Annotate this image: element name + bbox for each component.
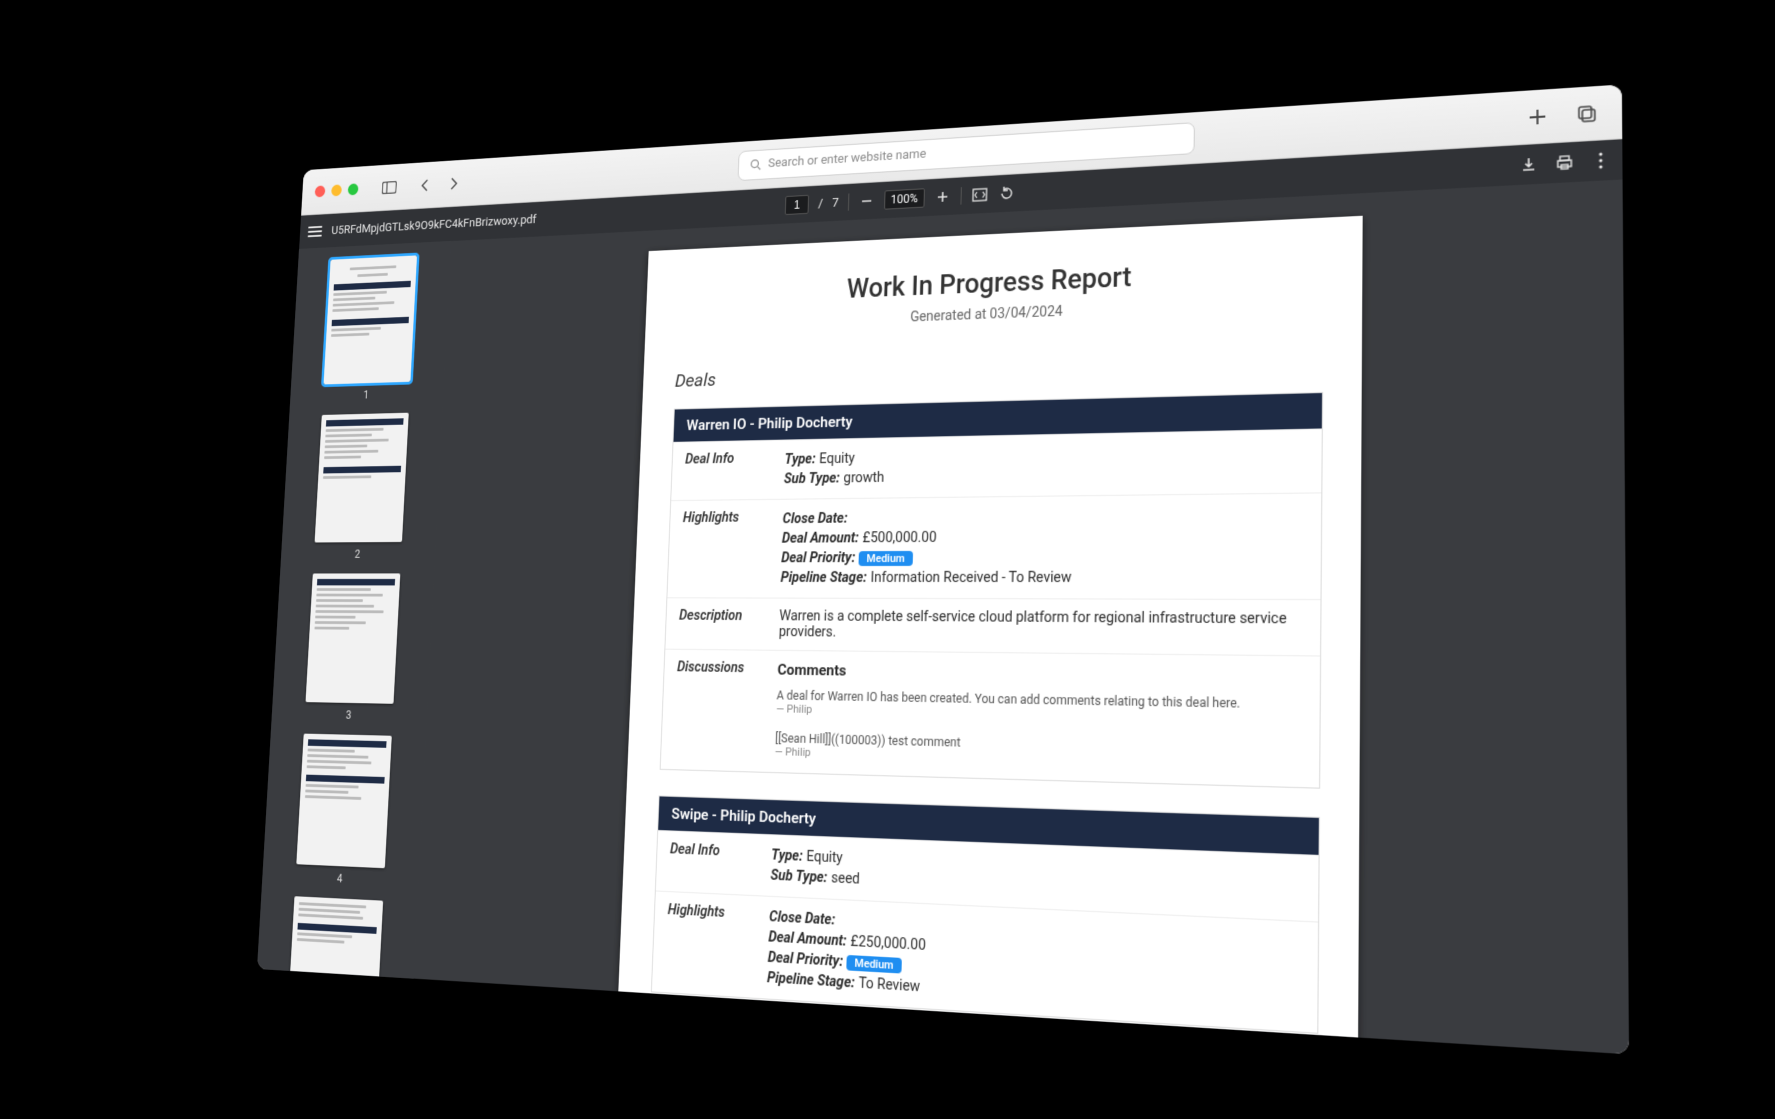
pdf-zoom-level[interactable]: 100%	[883, 188, 924, 209]
comments-heading: Comments	[777, 660, 1305, 686]
close-window-button[interactable]	[314, 185, 325, 197]
row-label: Deal Info	[668, 841, 771, 885]
field-label: Type:	[784, 451, 815, 467]
field-value: £250,000.00	[850, 933, 926, 954]
field-label: Close Date:	[768, 908, 835, 928]
field-value: Equity	[819, 450, 855, 466]
window-controls	[314, 183, 358, 197]
sidebar-toggle-button[interactable]	[376, 173, 401, 201]
thumbnail-number: 1	[362, 388, 368, 401]
search-icon	[749, 158, 761, 171]
field-value: To Review	[858, 975, 920, 995]
fit-page-button[interactable]	[970, 185, 988, 203]
maximize-window-button[interactable]	[347, 183, 358, 195]
field-label: Pipeline Stage:	[766, 969, 854, 991]
field-label: Pipeline Stage:	[780, 569, 867, 585]
field-label: Sub Type:	[770, 867, 827, 886]
thumbnail-number: 4	[336, 871, 342, 885]
pdf-file-name: U5RFdMpjdGTLsk9O9kFC4kFnBrizwoxy.pdf	[331, 212, 537, 237]
priority-pill: Medium	[846, 954, 901, 973]
page-thumbnail[interactable]	[296, 733, 392, 868]
row-label: Description	[678, 607, 779, 639]
page-thumbnail[interactable]	[314, 412, 408, 541]
url-search-placeholder: Search or enter website name	[767, 146, 925, 170]
priority-pill: Medium	[858, 550, 912, 565]
print-button[interactable]	[1554, 152, 1574, 172]
field-value: £500,000.00	[862, 529, 936, 545]
section-heading: Deals	[674, 349, 1323, 391]
field-label: Sub Type:	[783, 470, 839, 486]
field-label: Deal Amount:	[781, 530, 858, 546]
page-thumbnail[interactable]	[323, 255, 416, 384]
thumbnail-number: 2	[354, 547, 360, 560]
pdf-page-sep: /	[817, 196, 822, 211]
pdf-page-input[interactable]	[784, 194, 808, 214]
row-label: Discussions	[673, 659, 777, 762]
field-label: Deal Amount:	[768, 929, 847, 949]
deal-card: Swipe - Philip Docherty Deal Info Type:E…	[650, 795, 1319, 1033]
field-value	[838, 912, 839, 928]
field-label: Type:	[770, 847, 802, 864]
pdf-menu-button[interactable]	[307, 225, 322, 236]
row-label: Highlights	[664, 902, 769, 988]
description-text: Warren is a complete self-service cloud …	[778, 608, 1286, 640]
download-button[interactable]	[1518, 154, 1538, 174]
field-value: growth	[843, 469, 884, 485]
nav-forward-button[interactable]	[441, 169, 467, 197]
field-value: Equity	[806, 848, 843, 866]
rotate-button[interactable]	[997, 184, 1015, 203]
page-thumbnail[interactable]	[286, 896, 382, 978]
zoom-out-button[interactable]	[857, 192, 874, 210]
deal-card: Warren IO - Philip Docherty Deal Info Ty…	[659, 391, 1322, 788]
pdf-total-pages: 7	[831, 195, 838, 210]
field-label: Deal Priority:	[767, 949, 843, 970]
tabs-overview-button[interactable]	[1569, 96, 1603, 130]
more-menu-button[interactable]	[1590, 150, 1611, 170]
pdf-page-area[interactable]: Work In Progress Report Generated at 03/…	[413, 179, 1628, 1054]
zoom-in-button[interactable]	[933, 187, 951, 205]
page-thumbnail[interactable]	[305, 572, 400, 703]
field-label: Deal Priority:	[781, 550, 855, 566]
browser-window: Search or enter website name U5RFdMpjdGT…	[257, 84, 1629, 1054]
row-label: Highlights	[680, 509, 783, 587]
minimize-window-button[interactable]	[331, 184, 342, 196]
field-value: Information Received - To Review	[870, 569, 1071, 585]
pdf-page: Work In Progress Report Generated at 03/…	[608, 215, 1362, 1054]
field-label: Close Date:	[782, 510, 847, 526]
field-value: seed	[830, 870, 859, 888]
new-tab-button[interactable]	[1520, 99, 1554, 132]
thumbnail-number: 3	[345, 708, 351, 721]
nav-back-button[interactable]	[411, 170, 437, 198]
row-label: Deal Info	[684, 450, 785, 490]
